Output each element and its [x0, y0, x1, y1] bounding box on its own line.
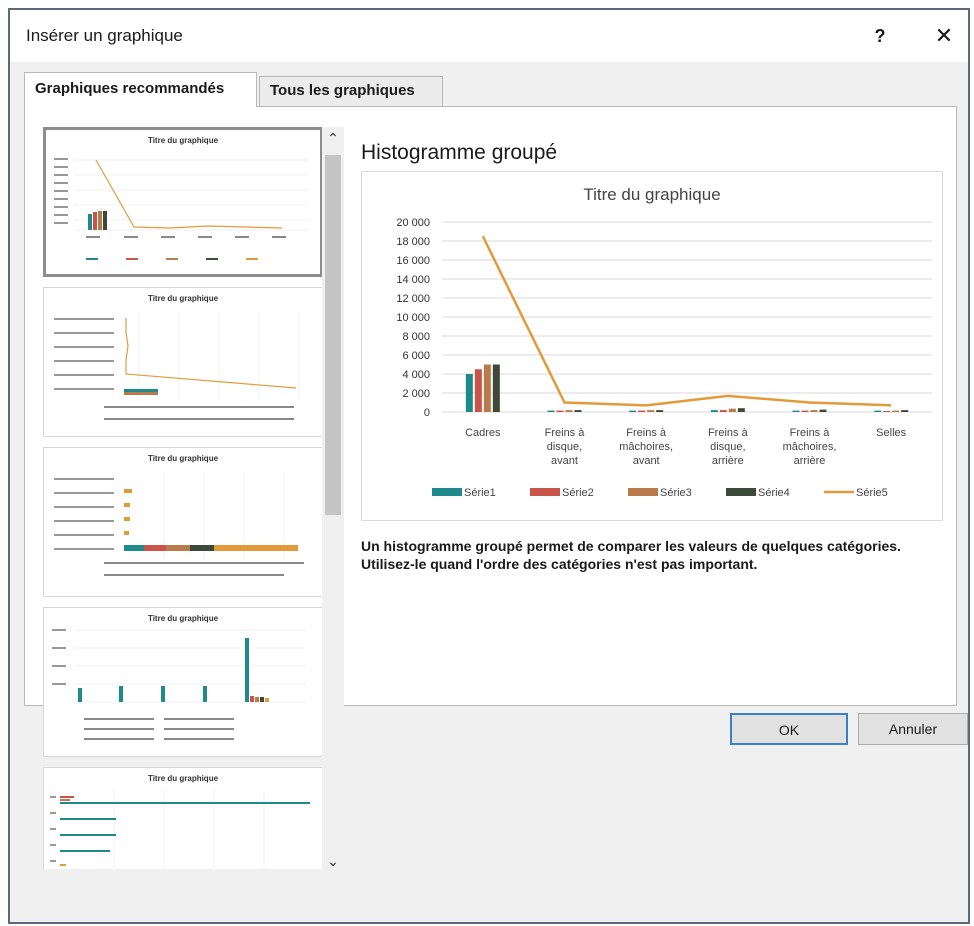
bar-série1 [629, 410, 637, 412]
legend-swatch [432, 488, 462, 496]
x-tick-label: arrière [712, 455, 744, 467]
x-tick-label: disque, [710, 441, 745, 453]
x-tick-label: Freins à [790, 427, 831, 439]
bar-série3 [565, 410, 573, 412]
help-button[interactable]: ? [866, 22, 894, 50]
thumbnail-stacked-bar-chart[interactable]: Titre du graphique [43, 447, 323, 597]
thumbnail-title: Titre du graphique [147, 136, 219, 145]
thumbnail-combo-graphic [54, 158, 308, 260]
scrollbar-thumb[interactable] [325, 155, 341, 515]
chart-preview: Titre du graphique 0 2 000 4 000 6 000 8 000 1… [361, 171, 943, 521]
y-tick-label: 8 000 [402, 331, 430, 343]
y-tick-label: 10 000 [396, 312, 430, 324]
bar-série1 [710, 410, 718, 412]
y-tick-label: 6 000 [402, 350, 430, 362]
scroll-up-arrow-icon[interactable]: ⌃ [322, 127, 344, 149]
x-tick-label: Selles [876, 427, 906, 439]
line-série5 [481, 235, 892, 407]
x-tick-label: mâchoires, [783, 441, 837, 453]
bar-série2 [556, 410, 564, 412]
thumbnail-title: Titre du graphique [147, 774, 219, 783]
bar-série4 [656, 410, 664, 412]
legend-label: Série3 [660, 487, 692, 499]
y-tick-label: 14 000 [396, 274, 430, 286]
bar-série1 [465, 374, 473, 412]
thumbnail-column-chart[interactable]: Titre du graphique [43, 607, 323, 757]
bar-série4 [574, 410, 582, 412]
legend-label: Série5 [856, 487, 888, 499]
y-tick-label: 12 000 [396, 293, 430, 305]
legend-swatch [530, 488, 560, 496]
x-tick-label: mâchoires, [619, 441, 673, 453]
thumbnail-stacked-bar-graphic [54, 473, 304, 576]
close-icon[interactable]: ✕ [930, 22, 958, 50]
y-tick-label: 18 000 [396, 236, 430, 248]
scroll-down-arrow-icon[interactable]: ⌄ [322, 850, 344, 872]
tab-recommended-charts[interactable]: Graphiques recommandés [24, 72, 257, 107]
bar-série4 [901, 410, 909, 412]
legend-label: Série4 [758, 487, 790, 499]
legend-label: Série2 [562, 487, 594, 499]
bar-série1 [547, 410, 555, 412]
y-tick-label: 0 [424, 407, 430, 419]
x-tick-label: avant [551, 455, 578, 467]
bar-série3 [647, 410, 655, 412]
bar-série2 [883, 411, 891, 412]
thumbnail-column-graphic [52, 629, 306, 740]
chart-thumbnail-list: Titre du graphique Titre du graphique Ti… [43, 127, 333, 869]
y-tick-label: 20 000 [396, 217, 430, 229]
x-tick-label: avant [633, 455, 660, 467]
insert-chart-dialog: Insérer un graphique ? ✕ Graphiques reco… [8, 8, 970, 924]
bar-série3 [892, 410, 900, 412]
thumbnail-line-chart[interactable]: Titre du graphique [43, 287, 323, 437]
y-tick-label: 16 000 [396, 255, 430, 267]
bar-série2 [801, 410, 809, 412]
title-bar: Insérer un graphique ? ✕ [10, 10, 968, 62]
cancel-button[interactable]: Annuler [858, 713, 968, 745]
thumbnail-scrollbar[interactable]: ⌃ ⌄ [322, 127, 344, 872]
thumbnail-title: Titre du graphique [147, 614, 219, 623]
dialog-title: Insérer un graphique [26, 26, 183, 45]
thumbnail-line-graphic [54, 313, 300, 420]
thumbnail-title: Titre du graphique [147, 454, 219, 463]
x-tick-label: Freins à [626, 427, 667, 439]
bar-série4 [819, 409, 827, 412]
thumbnail-bar-chart[interactable]: Titre du graphique [43, 767, 323, 869]
bar-série2 [474, 369, 482, 412]
bar-série3 [728, 408, 736, 412]
bar-série1 [792, 410, 800, 412]
x-tick-label: disque, [547, 441, 582, 453]
x-tick-label: Freins à [708, 427, 749, 439]
bar-série2 [719, 410, 727, 412]
x-tick-label: arrière [794, 455, 826, 467]
bar-série1 [874, 410, 882, 412]
preview-heading: Histogramme groupé [361, 141, 558, 164]
chart-title: Titre du graphique [583, 185, 720, 204]
bar-série2 [638, 410, 646, 412]
bar-série3 [483, 364, 491, 412]
x-tick-label: Freins à [545, 427, 586, 439]
bar-série4 [492, 364, 500, 412]
thumbnail-combo-chart[interactable]: Titre du graphique [43, 127, 323, 277]
legend-swatch [726, 488, 756, 496]
thumbnail-title: Titre du graphique [147, 294, 219, 303]
x-tick-label: Cadres [465, 427, 501, 439]
bar-série3 [810, 410, 818, 412]
chart-preview-svg: Titre du graphique 0 2 000 4 000 6 000 8 000 1… [396, 185, 932, 499]
y-tick-label: 2 000 [402, 388, 430, 400]
legend-swatch [628, 488, 658, 496]
thumbnail-bar-graphic [50, 790, 310, 868]
chart-description: Un histogramme groupé permet de comparer… [361, 538, 901, 572]
ok-button[interactable]: OK [730, 713, 848, 745]
y-tick-label: 4 000 [402, 369, 430, 381]
legend-label: Série1 [464, 487, 496, 499]
tab-panel: Titre du graphique Titre du graphique Ti… [24, 106, 957, 872]
tab-all-charts[interactable]: Tous les graphiques [259, 76, 443, 106]
bar-série4 [737, 408, 745, 412]
